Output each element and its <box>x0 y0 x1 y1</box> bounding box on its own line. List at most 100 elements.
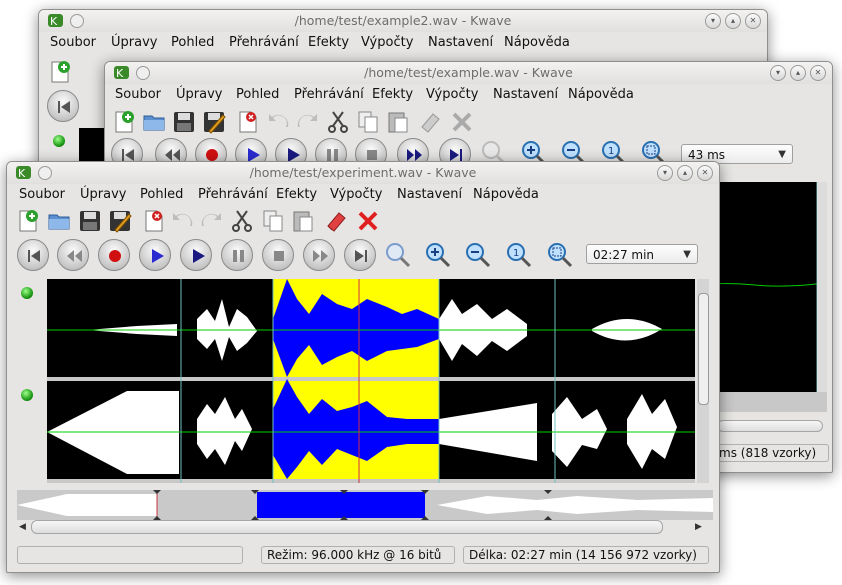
close-button[interactable]: ✕ <box>745 13 761 29</box>
menu-nastaveni[interactable]: Nastavení <box>493 87 558 102</box>
overview[interactable] <box>713 392 827 412</box>
next-button[interactable] <box>303 239 335 271</box>
zoom-all-icon[interactable] <box>545 240 575 270</box>
overview[interactable] <box>17 490 713 520</box>
maximize-button[interactable]: ▴ <box>725 13 741 29</box>
zoom-normal-icon[interactable]: 1 <box>504 240 534 270</box>
erase-icon[interactable] <box>417 109 443 135</box>
menu-nastaveni[interactable]: Nastavení <box>397 187 462 202</box>
menu-upravy[interactable]: Úpravy <box>80 187 126 202</box>
minimize-button[interactable]: ▾ <box>705 13 721 29</box>
scrollbar-vertical[interactable] <box>817 182 827 392</box>
save-as-icon[interactable] <box>201 109 227 135</box>
rewind-start-button[interactable] <box>17 239 49 271</box>
menu-vypocty[interactable]: Výpočty <box>426 87 478 102</box>
play-button[interactable] <box>139 239 171 271</box>
title-bar[interactable]: K /home/test/experiment.wav - Kwave ▾ ▴ … <box>7 162 719 184</box>
scroll-right-icon[interactable]: ▶ <box>695 522 702 532</box>
delete-icon[interactable] <box>355 208 381 234</box>
scrollbar-thumb[interactable] <box>698 293 709 405</box>
menu-pohled[interactable]: Pohled <box>236 87 279 102</box>
save-icon[interactable] <box>77 208 103 234</box>
menu-vypocty[interactable]: Výpočty <box>361 35 413 50</box>
signal-view[interactable] <box>47 279 695 483</box>
open-file-icon[interactable] <box>46 208 72 234</box>
record-button[interactable] <box>98 239 130 271</box>
menu-bar: Soubor Úpravy Pohled Přehrávání Efekty V… <box>7 184 719 206</box>
window-title: /home/test/experiment.wav - Kwave <box>249 165 477 180</box>
undo-icon[interactable] <box>265 109 291 135</box>
status-message <box>17 546 243 564</box>
title-bar[interactable]: K /home/test/example2.wav - Kwave ▾ ▴ ✕ <box>39 10 767 32</box>
menu-pohled[interactable]: Pohled <box>171 35 214 50</box>
channel-1-led[interactable] <box>21 287 33 299</box>
window-experiment: K /home/test/experiment.wav - Kwave ▾ ▴ … <box>6 161 720 573</box>
open-file-icon[interactable] <box>141 109 167 135</box>
zoom-out-icon[interactable] <box>463 240 493 270</box>
paste-icon[interactable] <box>290 208 316 234</box>
channel-2-led[interactable] <box>21 389 33 401</box>
close-file-icon[interactable] <box>235 109 261 135</box>
close-file-icon[interactable] <box>141 208 167 234</box>
cut-icon[interactable] <box>229 208 255 234</box>
chevron-down-icon: ▼ <box>683 249 691 260</box>
save-icon[interactable] <box>171 109 197 135</box>
zoom-combo[interactable]: 02:27 min ▼ <box>586 244 698 264</box>
menu-upravy[interactable]: Úpravy <box>176 87 222 102</box>
minimize-button[interactable]: ▾ <box>657 165 673 181</box>
save-as-icon[interactable] <box>107 208 133 234</box>
close-button[interactable]: ✕ <box>697 165 713 181</box>
zoom-in-icon[interactable] <box>423 240 453 270</box>
status-length: Délka: 02:27 min (14 156 972 vzorky) <box>463 546 709 564</box>
delete-icon[interactable] <box>449 109 475 135</box>
menu-prehravani[interactable]: Přehrávání <box>294 87 364 102</box>
menu-napoveda[interactable]: Nápověda <box>568 87 634 102</box>
zoom-value: 02:27 min <box>593 248 655 262</box>
menu-bar: Soubor Úpravy Pohled Přehrávání Efekty V… <box>39 32 767 54</box>
new-file-icon[interactable] <box>15 208 41 234</box>
close-button[interactable]: ✕ <box>810 65 826 81</box>
menu-soubor[interactable]: Soubor <box>115 87 161 102</box>
pause-button[interactable] <box>221 239 253 271</box>
prev-button[interactable] <box>57 239 89 271</box>
redo-icon[interactable] <box>295 109 321 135</box>
menu-prehravani[interactable]: Přehrávání <box>229 35 299 50</box>
rewind-start-button[interactable] <box>47 90 79 122</box>
title-bar[interactable]: K /home/test/example.wav - Kwave ▾ ▴ ✕ <box>105 62 832 84</box>
menu-napoveda[interactable]: Nápověda <box>473 187 539 202</box>
channel-enable-led[interactable] <box>53 135 65 147</box>
erase-icon[interactable] <box>323 208 349 234</box>
scrollbar-vertical[interactable] <box>697 279 709 483</box>
menu-soubor[interactable]: Soubor <box>19 187 65 202</box>
minimize-button[interactable]: ▾ <box>770 65 786 81</box>
redo-icon[interactable] <box>199 208 225 234</box>
paste-icon[interactable] <box>385 109 411 135</box>
scroll-left-icon[interactable]: ◀ <box>19 522 26 532</box>
new-file-icon[interactable] <box>111 109 137 135</box>
forward-end-button[interactable] <box>344 239 376 271</box>
menu-vypocty[interactable]: Výpočty <box>330 187 382 202</box>
undo-icon[interactable] <box>169 208 195 234</box>
stop-button[interactable] <box>262 239 294 271</box>
menu-efekty[interactable]: Efekty <box>276 187 317 202</box>
menu-efekty[interactable]: Efekty <box>308 35 349 50</box>
scrollbar-horizontal[interactable] <box>31 520 663 534</box>
menu-napoveda[interactable]: Nápověda <box>504 35 570 50</box>
zoom-selection-icon[interactable] <box>383 240 413 270</box>
maximize-button[interactable]: ▴ <box>790 65 806 81</box>
menu-soubor[interactable]: Soubor <box>50 35 96 50</box>
scrollbar-horizontal[interactable] <box>717 420 823 432</box>
copy-icon[interactable] <box>355 109 381 135</box>
menu-upravy[interactable]: Úpravy <box>111 35 157 50</box>
new-file-icon[interactable] <box>47 59 73 85</box>
menu-nastaveni[interactable]: Nastavení <box>428 35 493 50</box>
cut-icon[interactable] <box>325 109 351 135</box>
menu-efekty[interactable]: Efekty <box>372 87 413 102</box>
copy-icon[interactable] <box>260 208 286 234</box>
menu-prehravani[interactable]: Přehrávání <box>198 187 268 202</box>
loop-play-button[interactable] <box>180 239 212 271</box>
menu-pohled[interactable]: Pohled <box>140 187 183 202</box>
status-length: ms (818 vzorky) <box>713 444 829 462</box>
waveform-plot <box>47 279 695 483</box>
maximize-button[interactable]: ▴ <box>677 165 693 181</box>
